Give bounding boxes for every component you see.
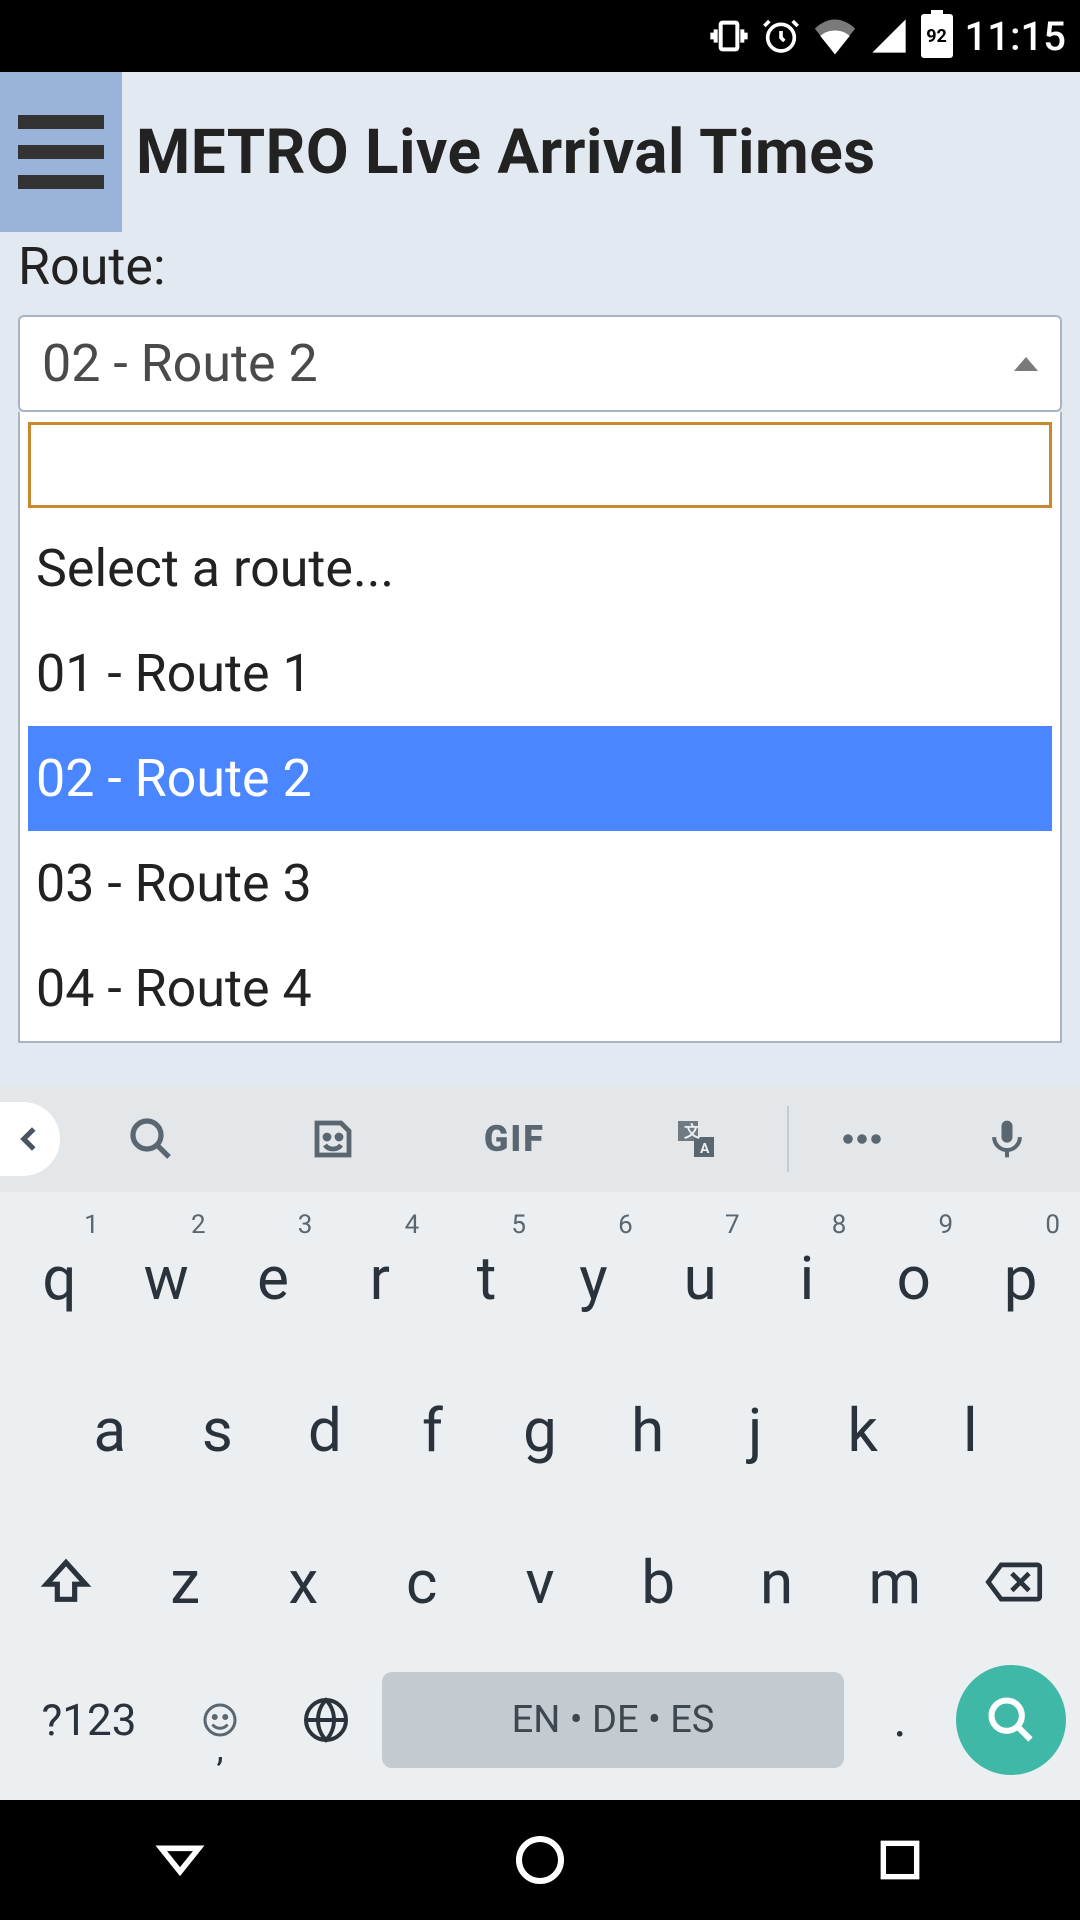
translate-icon[interactable]: 文A [605, 1115, 787, 1163]
vibration-icon [709, 16, 749, 56]
back-button[interactable] [120, 1800, 240, 1920]
key-z[interactable]: z [126, 1508, 244, 1656]
chevron-up-icon [1014, 357, 1038, 371]
route-label: Route: [0, 232, 1080, 315]
search-icon[interactable] [60, 1115, 242, 1163]
key-e[interactable]: e3 [220, 1204, 327, 1352]
keyboard-row: q1w2e3r4t5y6u7i8o9p0 [6, 1204, 1074, 1352]
keyboard-row: asdfghjkl [6, 1356, 1074, 1504]
key-s[interactable]: s [164, 1356, 272, 1504]
route-option[interactable]: 03 - Route 3 [28, 831, 1052, 936]
key-j[interactable]: j [701, 1356, 809, 1504]
more-icon[interactable] [789, 1115, 934, 1163]
key-p[interactable]: p0 [967, 1204, 1074, 1352]
key-u[interactable]: u7 [647, 1204, 754, 1352]
status-bar: 92 11:15 [0, 0, 1080, 72]
app-header: METRO Live Arrival Times [0, 72, 1080, 232]
route-option-placeholder[interactable]: Select a route... [28, 516, 1052, 621]
keyboard-row: ?123 , EN • DE • ES . [6, 1660, 1074, 1780]
page-title: METRO Live Arrival Times [136, 116, 876, 189]
route-search-input[interactable] [28, 422, 1052, 508]
mic-icon[interactable] [935, 1113, 1080, 1165]
route-option[interactable]: 01 - Route 1 [28, 621, 1052, 726]
key-w[interactable]: w2 [113, 1204, 220, 1352]
soft-keyboard: GIF 文A q1w2e3r4t5y6u7i8o9p0 asdfghjkl zx… [0, 1086, 1080, 1800]
key-l[interactable]: l [917, 1356, 1025, 1504]
route-select[interactable]: 02 - Route 2 [18, 315, 1062, 412]
key-k[interactable]: k [809, 1356, 917, 1504]
shift-key[interactable] [6, 1508, 126, 1656]
route-select-value: 02 - Route 2 [42, 333, 318, 394]
route-option[interactable]: 02 - Route 2 [28, 726, 1052, 831]
key-i[interactable]: i8 [754, 1204, 861, 1352]
cell-signal-icon [869, 16, 909, 56]
home-button[interactable] [480, 1800, 600, 1920]
menu-button[interactable] [0, 72, 122, 232]
key-x[interactable]: x [244, 1508, 362, 1656]
gif-button[interactable]: GIF [424, 1118, 606, 1160]
kb-collapse-button[interactable] [0, 1102, 60, 1176]
route-option[interactable]: 04 - Route 4 [28, 936, 1052, 1041]
app-content: METRO Live Arrival Times Route: 02 - Rou… [0, 72, 1080, 1196]
search-key[interactable] [956, 1665, 1066, 1775]
keyboard-row: zxcvbnm [6, 1508, 1074, 1656]
hamburger-icon [18, 115, 104, 129]
recents-button[interactable] [840, 1800, 960, 1920]
route-dropdown: Select a route... 01 - Route 1 02 - Rout… [18, 412, 1062, 1043]
key-n[interactable]: n [717, 1508, 835, 1656]
key-y[interactable]: y6 [540, 1204, 647, 1352]
spacebar-key[interactable]: EN • DE • ES [382, 1672, 844, 1768]
key-b[interactable]: b [599, 1508, 717, 1656]
key-o[interactable]: o9 [860, 1204, 967, 1352]
key-r[interactable]: r4 [326, 1204, 433, 1352]
key-v[interactable]: v [481, 1508, 599, 1656]
key-f[interactable]: f [379, 1356, 487, 1504]
key-q[interactable]: q1 [6, 1204, 113, 1352]
sticker-icon[interactable] [242, 1115, 424, 1163]
symbols-key[interactable]: ?123 [14, 1660, 164, 1780]
system-nav-bar [0, 1800, 1080, 1920]
backspace-key[interactable] [954, 1508, 1074, 1656]
period-key[interactable]: . [850, 1660, 950, 1780]
keyboard-toolbar: GIF 文A [0, 1086, 1080, 1192]
key-c[interactable]: c [363, 1508, 481, 1656]
key-d[interactable]: d [271, 1356, 379, 1504]
svg-text:文: 文 [684, 1122, 701, 1141]
wifi-icon [813, 17, 857, 55]
emoji-key[interactable]: , [170, 1660, 270, 1780]
language-key[interactable] [276, 1660, 376, 1780]
route-options-list: Select a route... 01 - Route 1 02 - Rout… [28, 516, 1052, 1041]
key-m[interactable]: m [836, 1508, 954, 1656]
key-g[interactable]: g [486, 1356, 594, 1504]
key-t[interactable]: t5 [433, 1204, 540, 1352]
key-a[interactable]: a [56, 1356, 164, 1504]
key-h[interactable]: h [594, 1356, 702, 1504]
svg-text:A: A [700, 1141, 710, 1157]
battery-icon: 92 [921, 14, 953, 58]
alarm-icon [761, 16, 801, 56]
clock-text: 11:15 [965, 13, 1066, 60]
